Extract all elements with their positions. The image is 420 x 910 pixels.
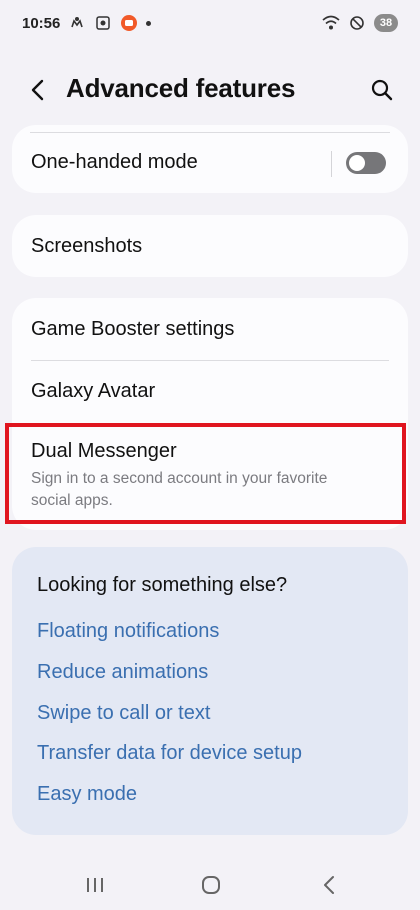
back-nav-icon <box>324 876 334 894</box>
one-handed-mode-row[interactable]: One-handed mode <box>12 125 408 193</box>
suggestions-title: Looking for something else? <box>37 574 288 596</box>
recent-apps-icon <box>87 878 103 892</box>
page-title: Advanced features <box>66 73 296 103</box>
screenshots-row[interactable]: Screenshots <box>12 215 408 277</box>
one-handed-mode-toggle[interactable] <box>346 152 386 174</box>
app-notification-icon <box>120 14 138 32</box>
link-floating-notifications[interactable]: Floating notifications <box>37 620 219 643</box>
app-header: Advanced features <box>0 60 420 120</box>
back-button[interactable] <box>22 74 54 106</box>
link-swipe-to-call[interactable]: Swipe to call or text <box>37 702 210 725</box>
screen-recorder-icon <box>94 14 112 32</box>
battery-icon: 38 <box>374 14 398 32</box>
one-handed-mode-label: One-handed mode <box>31 151 198 173</box>
dual-messenger-row[interactable]: Dual Messenger Sign in to a second accou… <box>12 426 408 526</box>
navigation-bar <box>0 858 420 910</box>
settings-group: Game Booster settings Galaxy Avatar Dual… <box>12 298 408 530</box>
status-time: 10:56 <box>22 14 61 32</box>
toggle-knob <box>349 155 365 171</box>
home-button[interactable] <box>193 870 229 900</box>
wifi-icon <box>322 14 340 32</box>
galaxy-avatar-label: Galaxy Avatar <box>31 380 156 402</box>
status-right: 38 <box>322 14 398 32</box>
suggestions-card: Looking for something else? Floating not… <box>12 547 408 835</box>
game-booster-label: Game Booster settings <box>31 318 235 340</box>
back-nav-button[interactable] <box>311 870 347 900</box>
screenshots-label: Screenshots <box>31 235 143 257</box>
home-icon <box>202 876 220 894</box>
back-icon <box>31 79 44 101</box>
search-icon <box>371 79 393 101</box>
dual-messenger-description: Sign in to a second account in your favo… <box>31 470 328 509</box>
more-dot-icon <box>146 20 152 26</box>
link-easy-mode[interactable]: Easy mode <box>37 783 137 806</box>
wifi-calling-icon <box>68 14 86 32</box>
toggle-divider <box>331 151 332 177</box>
link-reduce-animations[interactable]: Reduce animations <box>37 661 208 684</box>
dnd-icon <box>348 14 366 32</box>
dual-messenger-label: Dual Messenger <box>31 440 177 462</box>
recent-apps-button[interactable] <box>77 870 113 900</box>
status-bar: 10:56 38 <box>0 0 420 46</box>
link-transfer-data[interactable]: Transfer data for device setup <box>37 742 302 765</box>
galaxy-avatar-row[interactable]: Galaxy Avatar <box>12 361 408 423</box>
status-left: 10:56 <box>22 14 152 32</box>
game-booster-row[interactable]: Game Booster settings <box>12 298 408 360</box>
search-button[interactable] <box>366 74 398 106</box>
